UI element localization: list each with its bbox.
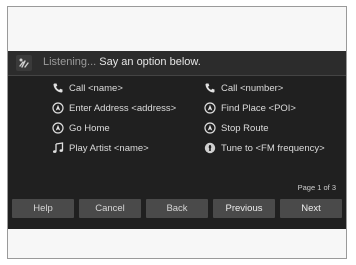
next-button[interactable]: Next xyxy=(280,199,342,218)
voice-command-screen: Listening... Say an option below. Call <… xyxy=(8,51,346,229)
radio-icon xyxy=(204,142,216,154)
command-label: Call <number> xyxy=(221,82,284,94)
navigation-icon xyxy=(52,102,64,114)
command-go-home[interactable]: Go Home xyxy=(52,121,110,135)
command-label: Tune to <FM frequency> xyxy=(221,142,325,154)
command-label: Call <name> xyxy=(69,82,123,94)
navigation-icon xyxy=(204,122,216,134)
command-label: Find Place <POI> xyxy=(221,102,296,114)
navigation-icon xyxy=(204,102,216,114)
voice-recognition-icon xyxy=(16,55,32,71)
navigation-icon xyxy=(52,122,64,134)
command-label: Go Home xyxy=(69,122,110,134)
command-enter-address[interactable]: Enter Address <address> xyxy=(52,101,176,115)
command-call-number[interactable]: Call <number> xyxy=(204,81,283,95)
header-bar: Listening... Say an option below. xyxy=(8,51,346,76)
help-button[interactable]: Help xyxy=(12,199,74,218)
command-call-name[interactable]: Call <name> xyxy=(52,81,123,95)
button-bar: Help Cancel Back Previous Next xyxy=(12,199,342,218)
command-label: Play Artist <name> xyxy=(69,142,149,154)
phone-icon xyxy=(205,83,215,93)
back-button[interactable]: Back xyxy=(146,199,208,218)
cancel-button[interactable]: Cancel xyxy=(79,199,141,218)
command-label: Enter Address <address> xyxy=(69,102,177,114)
command-label: Stop Route xyxy=(221,122,269,134)
prompt-text: Say an option below. xyxy=(99,56,201,68)
command-find-place[interactable]: Find Place <POI> xyxy=(204,101,296,115)
phone-icon xyxy=(53,83,63,93)
listening-prompt: Listening... Say an option below. xyxy=(43,56,201,68)
page-indicator: Page 1 of 3 xyxy=(297,183,336,192)
command-stop-route[interactable]: Stop Route xyxy=(204,121,269,135)
music-note-icon xyxy=(53,142,64,153)
previous-button[interactable]: Previous xyxy=(213,199,275,218)
listening-status: Listening... xyxy=(43,56,97,68)
command-play-artist[interactable]: Play Artist <name> xyxy=(52,141,149,155)
command-tune-fm[interactable]: Tune to <FM frequency> xyxy=(204,141,325,155)
